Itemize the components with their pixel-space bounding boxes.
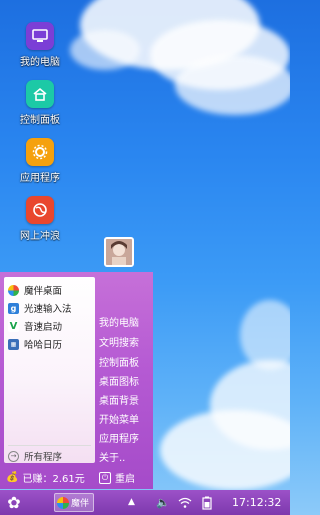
cloud bbox=[240, 300, 290, 370]
cloud bbox=[160, 410, 290, 490]
menu-item-desktop-icons[interactable]: 桌面图标 bbox=[99, 373, 139, 388]
all-programs-button[interactable]: → 所有程序 bbox=[8, 449, 62, 463]
earnings-text: 已赚：2.61元 bbox=[22, 474, 85, 485]
volume-icon[interactable]: 🔈 bbox=[156, 493, 170, 512]
home-icon bbox=[26, 80, 54, 108]
desktop-icon-my-computer[interactable]: 我的电脑 bbox=[12, 22, 68, 68]
desktop-icon-label: 控制面板 bbox=[20, 115, 60, 126]
menu-item-start-menu[interactable]: 开始菜单 bbox=[99, 411, 139, 426]
app-label: 光速输入法 bbox=[24, 304, 72, 315]
desktop-icon-label: 网上冲浪 bbox=[20, 231, 60, 242]
start-menu-app-item[interactable]: 魔伴桌面 bbox=[8, 282, 62, 298]
all-programs-label: 所有程序 bbox=[24, 452, 63, 463]
menu-item-my-computer[interactable]: 我的电脑 bbox=[99, 314, 139, 329]
divider bbox=[8, 445, 91, 446]
start-menu-footer: 💰 已赚：2.61元 ⏻ 重启 bbox=[0, 468, 153, 488]
power-icon: ⏻ bbox=[99, 471, 111, 484]
cloud bbox=[70, 30, 140, 70]
desktop-icon-control-panel[interactable]: 控制面板 bbox=[12, 80, 68, 126]
tray-expand-icon[interactable]: ▲ bbox=[128, 493, 135, 512]
menu-item-desktop-background[interactable]: 桌面背景 bbox=[99, 392, 139, 407]
start-button[interactable]: ✿ bbox=[4, 493, 24, 513]
start-menu-app-item[interactable]: V 音速启动 bbox=[8, 318, 62, 334]
pinwheel-icon bbox=[57, 496, 69, 509]
clock: 17:12:32 bbox=[232, 496, 282, 509]
taskbar-app-label: 魔伴 bbox=[71, 499, 90, 509]
calendar-icon: ▦ bbox=[8, 338, 19, 350]
app-label: 魔伴桌面 bbox=[24, 286, 63, 297]
taskbar: ✿ 魔伴 ▲ 🔈 17:12:32 bbox=[0, 490, 290, 515]
battery-icon[interactable] bbox=[202, 493, 212, 512]
cloud bbox=[175, 55, 290, 115]
monitor-icon bbox=[26, 22, 54, 50]
desktop-icon-internet[interactable]: 网上冲浪 bbox=[12, 196, 68, 242]
menu-item-applications[interactable]: 应用程序 bbox=[99, 430, 139, 445]
start-menu-app-list: 魔伴桌面 g 光速输入法 V 音速启动 ▦ 哈哈日历 → 所有程序 bbox=[4, 277, 95, 463]
wifi-icon[interactable] bbox=[178, 493, 192, 512]
start-menu: 魔伴桌面 g 光速输入法 V 音速启动 ▦ 哈哈日历 → 所有程序 我的电脑 文… bbox=[0, 272, 153, 489]
desktop-icon-applications[interactable]: 应用程序 bbox=[12, 138, 68, 184]
pinwheel-icon bbox=[8, 284, 19, 296]
clover-icon: ✿ bbox=[7, 493, 21, 512]
taskbar-app-button[interactable]: 魔伴 bbox=[54, 493, 94, 512]
start-menu-app-item[interactable]: g 光速输入法 bbox=[8, 300, 72, 316]
user-avatar[interactable] bbox=[104, 237, 134, 267]
arrow-right-icon: → bbox=[8, 450, 19, 462]
v-icon: V bbox=[8, 320, 19, 332]
desktop-icon-label: 应用程序 bbox=[20, 173, 60, 184]
restart-button[interactable]: ⏻ 重启 bbox=[99, 470, 135, 485]
globe-icon bbox=[26, 196, 54, 224]
restart-label: 重启 bbox=[115, 474, 135, 485]
app-label: 哈哈日历 bbox=[24, 340, 63, 351]
menu-item-search[interactable]: 文明搜索 bbox=[99, 334, 139, 349]
desktop-icon-label: 我的电脑 bbox=[20, 57, 60, 68]
app-label: 音速启动 bbox=[24, 322, 63, 333]
earnings-display: 💰 已赚：2.61元 bbox=[6, 470, 85, 485]
menu-item-about[interactable]: 关于.. bbox=[99, 449, 125, 464]
gear-icon bbox=[26, 138, 54, 166]
start-menu-app-item[interactable]: ▦ 哈哈日历 bbox=[8, 336, 62, 352]
menu-item-control-panel[interactable]: 控制面板 bbox=[99, 354, 139, 369]
money-bag-icon: 💰 bbox=[6, 472, 19, 483]
g-icon: g bbox=[8, 302, 19, 314]
